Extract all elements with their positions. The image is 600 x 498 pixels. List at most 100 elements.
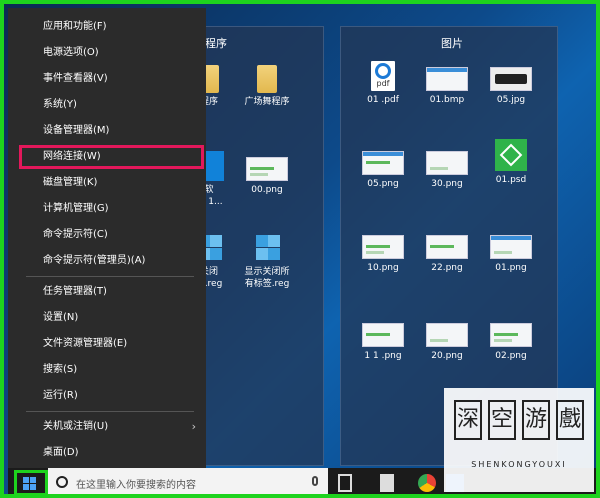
image-thumbnail-icon	[426, 323, 468, 347]
desktop-screen: 程序 程序 广场舞程序 软 vs 1... 00.png 关闭 签.reg 显示…	[0, 0, 600, 498]
microphone-icon[interactable]	[312, 476, 318, 486]
file-item[interactable]: pdf 01 .pdf	[349, 61, 417, 106]
file-item[interactable]: 22.png	[413, 229, 481, 274]
file-item[interactable]: 00.png	[233, 151, 301, 196]
file-label: 30.png	[431, 179, 463, 189]
file-label: 00.png	[251, 185, 283, 195]
pdf-icon-text: pdf	[376, 79, 390, 88]
file-label: 广场舞程序	[244, 97, 290, 107]
group-title: 程序	[205, 37, 227, 50]
psd-icon	[495, 139, 527, 171]
file-label: 有标签.reg	[244, 279, 290, 289]
keyboard-photo-icon	[490, 67, 532, 91]
menu-item-settings[interactable]: 设置(N)	[8, 305, 206, 331]
file-item[interactable]: 02.png	[477, 317, 545, 362]
menu-item-label: 磁盘管理(K)	[43, 177, 98, 188]
menu-item-command-prompt-admin[interactable]: 命令提示符(管理员)(A)	[8, 248, 206, 274]
menu-item-label: 任务管理器(T)	[43, 286, 107, 297]
start-button[interactable]	[14, 470, 48, 494]
menu-item-label: 运行(R)	[43, 390, 78, 401]
menu-item-label: 计算机管理(G)	[43, 203, 109, 214]
menu-item-disk-management[interactable]: 磁盘管理(K)	[8, 170, 206, 196]
file-label: 20.png	[431, 351, 463, 361]
menu-item-label: 设备管理器(M)	[43, 125, 110, 136]
menu-item-label: 命令提示符(C)	[43, 229, 108, 240]
menu-item-search[interactable]: 搜索(S)	[8, 357, 206, 383]
image-thumbnail-icon	[362, 151, 404, 175]
calculator-icon[interactable]	[380, 474, 394, 492]
menu-item-apps-features[interactable]: 应用和功能(F)	[8, 14, 206, 40]
file-item[interactable]: 10.png	[349, 229, 417, 274]
menu-item-label: 系统(Y)	[43, 99, 77, 110]
menu-item-label: 事件查看器(V)	[43, 73, 108, 84]
image-thumbnail-icon	[426, 67, 468, 91]
image-thumbnail-icon	[426, 235, 468, 259]
menu-item-label: 设置(N)	[43, 312, 79, 323]
file-item[interactable]: 30.png	[413, 145, 481, 190]
file-item[interactable]: 05.jpg	[477, 61, 545, 106]
file-item[interactable]: 01.bmp	[413, 61, 481, 106]
menu-item-shutdown-signout[interactable]: 关机或注销(U) ›	[8, 414, 206, 440]
menu-item-label: 文件资源管理器(E)	[43, 338, 128, 349]
menu-item-label: 电源选项(O)	[43, 47, 99, 58]
menu-item-label: 命令提示符(管理员)(A)	[43, 255, 146, 266]
winx-context-menu: 应用和功能(F) 电源选项(O) 事件查看器(V) 系统(Y) 设备管理器(M)…	[8, 8, 206, 468]
file-item[interactable]: 广场舞程序	[233, 65, 301, 108]
file-item[interactable]: 20.png	[413, 317, 481, 362]
file-label: 01.png	[495, 263, 527, 273]
menu-item-task-manager[interactable]: 任务管理器(T)	[8, 279, 206, 305]
watermark-char: 戲	[556, 400, 584, 440]
file-item[interactable]: 01.psd	[477, 139, 545, 186]
watermark-char: 空	[488, 400, 516, 440]
folder-icon	[257, 65, 277, 93]
search-placeholder: 在这里输入你要搜索的内容	[76, 480, 196, 491]
file-label: 05.png	[367, 179, 399, 189]
menu-item-power-options[interactable]: 电源选项(O)	[8, 40, 206, 66]
taskbar-search-box[interactable]: 在这里输入你要搜索的内容	[48, 468, 328, 494]
image-thumbnail-icon	[426, 151, 468, 175]
menu-item-event-viewer[interactable]: 事件查看器(V)	[8, 66, 206, 92]
image-thumbnail-icon	[490, 235, 532, 259]
menu-item-computer-management[interactable]: 计算机管理(G)	[8, 196, 206, 222]
image-thumbnail-icon	[362, 235, 404, 259]
file-label: 01.bmp	[429, 95, 465, 105]
menu-item-label: 搜索(S)	[43, 364, 78, 375]
menu-item-system[interactable]: 系统(Y)	[8, 92, 206, 118]
group-title: 图片	[441, 37, 463, 50]
cortana-icon	[56, 476, 68, 488]
chevron-right-icon: ›	[191, 420, 196, 433]
watermark-char: 游	[522, 400, 550, 440]
file-item[interactable]: 显示关闭所 有标签.reg	[233, 233, 301, 290]
file-label: 22.png	[431, 263, 463, 273]
menu-item-command-prompt[interactable]: 命令提示符(C)	[8, 222, 206, 248]
menu-item-desktop[interactable]: 桌面(D)	[8, 440, 206, 466]
menu-item-label: 关机或注销(U)	[43, 421, 109, 432]
menu-item-run[interactable]: 运行(R)	[8, 383, 206, 409]
menu-separator	[26, 411, 194, 412]
watermark-logo: 深 空 游 戲 SHENKONGYOUXI	[444, 388, 594, 492]
image-thumbnail-icon	[490, 323, 532, 347]
file-label: 1 1 .png	[364, 351, 402, 361]
watermark-char: 深	[454, 400, 482, 440]
file-label: 10.png	[367, 263, 399, 273]
file-label: 显示关闭所	[244, 267, 290, 277]
menu-item-label: 桌面(D)	[43, 447, 79, 458]
file-item[interactable]: 05.png	[349, 145, 417, 190]
chrome-icon[interactable]	[418, 474, 436, 492]
file-item[interactable]: 1 1 .png	[349, 317, 417, 362]
menu-item-file-explorer[interactable]: 文件资源管理器(E)	[8, 331, 206, 357]
menu-item-label: 应用和功能(F)	[43, 21, 107, 32]
file-label: 05.jpg	[496, 95, 526, 105]
image-thumbnail-icon	[362, 323, 404, 347]
watermark-subtitle: SHENKONGYOUXI	[471, 460, 567, 469]
file-label: 01.psd	[495, 175, 527, 185]
task-view-icon[interactable]	[338, 474, 352, 492]
menu-item-device-manager[interactable]: 设备管理器(M)	[8, 118, 206, 144]
file-item[interactable]: 01.png	[477, 229, 545, 274]
registry-icon	[254, 233, 280, 263]
file-label: 01 .pdf	[367, 95, 399, 105]
windows-logo-icon	[23, 477, 37, 490]
menu-item-network-connections[interactable]: 网络连接(W)	[8, 144, 206, 170]
image-thumbnail-icon	[246, 157, 288, 181]
menu-separator	[26, 276, 194, 277]
